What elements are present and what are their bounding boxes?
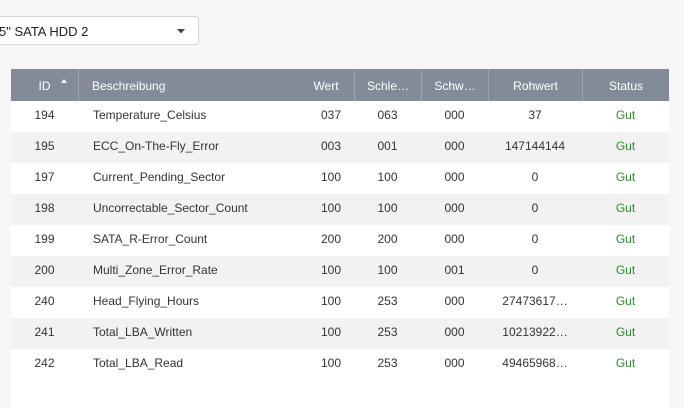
- table-row[interactable]: 197 Current_Pending_Sector 100 100 000 0 Gut: [11, 163, 669, 194]
- cell-status: Gut: [615, 263, 636, 277]
- cell-threshold: 001: [444, 263, 465, 277]
- column-header-description-label: Beschreibung: [92, 79, 166, 93]
- chevron-down-icon: [177, 29, 185, 34]
- cell-threshold: 000: [444, 294, 465, 308]
- cell-worst: 200: [377, 232, 398, 246]
- cell-raw: 0: [531, 232, 539, 246]
- cell-raw: 49465968…: [502, 356, 568, 370]
- cell-threshold: 000: [444, 139, 465, 153]
- sort-ascending-icon: [61, 79, 67, 83]
- column-header-worst-label: Schle…: [366, 79, 410, 93]
- cell-description: SATA_R-Error_Count: [93, 232, 208, 246]
- column-header-threshold[interactable]: Schw…: [421, 69, 488, 101]
- cell-description: Temperature_Celsius: [93, 108, 207, 122]
- cell-status: Gut: [615, 108, 636, 122]
- cell-id: 200: [34, 263, 55, 277]
- cell-threshold: 000: [444, 170, 465, 184]
- cell-status: Gut: [615, 294, 636, 308]
- column-header-status[interactable]: Status: [582, 69, 669, 101]
- column-header-raw[interactable]: Rohwert: [488, 69, 582, 101]
- cell-raw: 147144144: [504, 139, 566, 153]
- cell-description: Head_Flying_Hours: [93, 294, 200, 308]
- cell-id: 197: [34, 170, 55, 184]
- table-row[interactable]: 195 ECC_On-The-Fly_Error 003 001 000 14714414…: [11, 132, 669, 163]
- cell-raw: 10213922…: [502, 325, 568, 339]
- cell-description: Total_LBA_Written: [93, 325, 193, 339]
- cell-threshold: 000: [444, 108, 465, 122]
- cell-worst: 100: [377, 170, 398, 184]
- cell-threshold: 000: [444, 356, 465, 370]
- smart-info-page: 5" SATA HDD 2 ID Beschreibung Wert Schle…: [0, 0, 684, 408]
- table-header: ID Beschreibung Wert Schle… Schw… Rohwer…: [11, 69, 669, 101]
- cell-status: Gut: [615, 170, 636, 184]
- table-row[interactable]: 240 Head_Flying_Hours 100 253 000 27473617… Gu…: [11, 287, 669, 318]
- column-header-description[interactable]: Beschreibung: [78, 69, 298, 101]
- cell-worst: 063: [377, 108, 398, 122]
- table-row[interactable]: 242 Total_LBA_Read 100 253 000 49465968… Gut: [11, 349, 669, 380]
- cell-id: 198: [34, 201, 55, 215]
- cell-status: Gut: [615, 139, 636, 153]
- table-row[interactable]: 241 Total_LBA_Written 100 253 000 10213922… Gu…: [11, 318, 669, 349]
- column-header-id-label: ID: [38, 79, 51, 93]
- cell-raw: 0: [531, 201, 539, 215]
- table-row[interactable]: 199 SATA_R-Error_Count 200 200 000 0 Gut: [11, 225, 669, 256]
- cell-description: ECC_On-The-Fly_Error: [93, 139, 220, 153]
- smart-attributes-table: ID Beschreibung Wert Schle… Schw… Rohwer…: [11, 69, 669, 408]
- cell-status: Gut: [615, 325, 636, 339]
- column-header-worst[interactable]: Schle…: [354, 69, 421, 101]
- column-header-value-label: Wert: [313, 79, 339, 93]
- cell-threshold: 000: [444, 232, 465, 246]
- cell-raw: 0: [531, 170, 539, 184]
- cell-id: 195: [34, 139, 55, 153]
- cell-threshold: 000: [444, 325, 465, 339]
- cell-description: Uncorrectable_Sector_Count: [93, 201, 248, 215]
- cell-id: 240: [34, 294, 55, 308]
- cell-worst: 253: [377, 294, 398, 308]
- cell-worst: 100: [377, 263, 398, 277]
- cell-id: 199: [34, 232, 55, 246]
- table-row[interactable]: 200 Multi_Zone_Error_Rate 100 100 001 0 Gut: [11, 256, 669, 287]
- cell-status: Gut: [615, 232, 636, 246]
- column-header-status-label: Status: [608, 79, 644, 93]
- cell-raw: 0: [531, 263, 539, 277]
- cell-threshold: 000: [444, 201, 465, 215]
- cell-worst: 100: [377, 201, 398, 215]
- cell-status: Gut: [615, 356, 636, 370]
- table-row[interactable]: 198 Uncorrectable_Sector_Count 100 100 000 0 G…: [11, 194, 669, 225]
- cell-id: 242: [34, 356, 55, 370]
- cell-raw: 27473617…: [502, 294, 568, 308]
- cell-id: 241: [34, 325, 55, 339]
- cell-description: Current_Pending_Sector: [93, 170, 226, 184]
- cell-description: Multi_Zone_Error_Rate: [93, 263, 218, 277]
- cell-description: Total_LBA_Read: [93, 356, 184, 370]
- cell-worst: 253: [377, 356, 398, 370]
- column-header-raw-label: Rohwert: [513, 79, 558, 93]
- cell-status: Gut: [615, 201, 636, 215]
- cell-worst: 001: [377, 139, 398, 153]
- cell-worst: 253: [377, 325, 398, 339]
- disk-select[interactable]: 5" SATA HDD 2: [0, 16, 199, 45]
- disk-select-value: 5" SATA HDD 2: [0, 24, 89, 39]
- column-header-id[interactable]: ID: [11, 69, 78, 101]
- table-row[interactable]: 194 Temperature_Celsius 037 063 000 37 Gut: [11, 101, 669, 132]
- column-header-value[interactable]: Wert: [298, 69, 354, 101]
- cell-id: 194: [34, 108, 55, 122]
- column-header-threshold-label: Schw…: [434, 79, 476, 93]
- cell-raw: 37: [528, 108, 542, 122]
